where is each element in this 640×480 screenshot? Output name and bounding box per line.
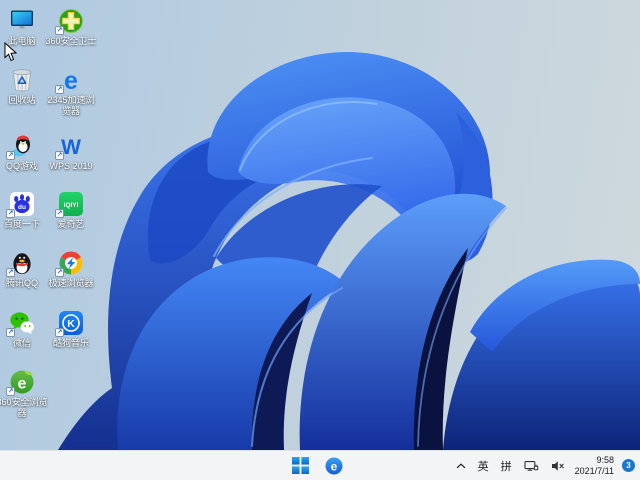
screen: 此电脑 ↗ 360安全卫士 回收站 e ↗ 2345加速浏览器 ↗ QQ游戏 W… xyxy=(0,0,640,480)
chevron-up-icon xyxy=(456,462,466,468)
clock-time: 9:58 xyxy=(596,455,614,465)
shortcut-arrow-icon: ↗ xyxy=(6,209,15,218)
qq-games-icon: ↗ xyxy=(6,133,35,160)
shortcut-arrow-icon: ↗ xyxy=(55,268,64,277)
wps-2019-icon: W ↗ xyxy=(55,133,84,160)
clock[interactable]: 9:58 2021/7/11 xyxy=(575,455,614,476)
desktop-icon-360-browser[interactable]: e ↗ 360安全浏览器 xyxy=(0,369,50,419)
shortcut-arrow-icon: ↗ xyxy=(6,268,15,277)
desktop-icon-label: 360安全卫士 xyxy=(45,36,97,46)
wechat-icon: ↗ xyxy=(6,310,35,337)
desktop-icon-label: 回收站 xyxy=(8,95,36,105)
shortcut-arrow-icon: ↗ xyxy=(55,151,64,160)
speaker-muted-icon xyxy=(551,460,564,471)
desktop-icon-label: QQ游戏 xyxy=(5,161,38,171)
system-tray: 英 拼 9:58 2021/7/11 3 xyxy=(454,451,635,480)
notification-badge[interactable]: 3 xyxy=(622,459,635,472)
desktop-icon-iqiyi[interactable]: iQIYI ↗ 爱奇艺 xyxy=(43,191,99,230)
desktop-icon-label: 2345加速浏览器 xyxy=(47,95,95,116)
desktop-icon-label: 极速浏览器 xyxy=(48,278,94,288)
desktop-icon-speed-browser[interactable]: ↗ 极速浏览器 xyxy=(43,250,99,289)
desktop-icon-label: 酷狗音乐 xyxy=(52,338,89,348)
recycle-bin-icon xyxy=(9,67,35,93)
svg-text:iQIYI: iQIYI xyxy=(64,202,79,209)
desktop-icon-wps-2019[interactable]: W ↗ WPS 2019 xyxy=(43,133,99,172)
ime-pinyin-indicator[interactable]: 拼 xyxy=(499,457,514,475)
desktop-icon-2345-explorer[interactable]: e ↗ 2345加速浏览器 xyxy=(43,67,99,117)
2345-explorer-icon: e ↗ xyxy=(55,67,84,94)
browser-e-taskbar-button[interactable]: e xyxy=(323,455,345,477)
shortcut-arrow-icon: ↗ xyxy=(55,209,64,218)
desktop-icon-label: 360安全浏览器 xyxy=(0,397,48,418)
desktop-icon-label: WPS 2019 xyxy=(49,161,93,171)
desktop-icon-label: 腾讯QQ xyxy=(5,278,38,288)
baidu-icon: du ↗ xyxy=(6,191,35,218)
hidden-icons-chevron[interactable] xyxy=(454,462,468,470)
ime-english-indicator[interactable]: 英 xyxy=(476,457,491,475)
desktop-icon-label: 百度一下 xyxy=(3,219,40,229)
360-browser-icon: e ↗ xyxy=(6,369,35,396)
svg-text:K: K xyxy=(67,318,75,330)
svg-text:e: e xyxy=(18,376,27,393)
desktop-icon-label: 爱奇艺 xyxy=(57,219,85,229)
windows-logo-icon xyxy=(292,457,309,474)
browser-e-icon: e xyxy=(325,457,343,474)
desktop-icon-label: 微信 xyxy=(12,338,31,348)
desktop[interactable]: 此电脑 ↗ 360安全卫士 回收站 e ↗ 2345加速浏览器 ↗ QQ游戏 W… xyxy=(0,0,640,450)
tencent-qq-icon: ↗ xyxy=(6,250,35,277)
mouse-cursor-icon xyxy=(4,42,17,62)
desktop-icon-kugou-music[interactable]: K ↗ 酷狗音乐 xyxy=(43,310,99,349)
svg-text:du: du xyxy=(18,204,26,211)
volume-muted-button[interactable] xyxy=(549,458,567,474)
shortcut-arrow-icon: ↗ xyxy=(6,387,15,396)
shortcut-arrow-icon: ↗ xyxy=(55,328,64,337)
360-safety-icon: ↗ xyxy=(55,8,84,35)
shortcut-arrow-icon: ↗ xyxy=(6,328,15,337)
start-button[interactable] xyxy=(290,455,311,476)
network-ethernet-icon xyxy=(524,460,538,471)
iqiyi-icon: iQIYI ↗ xyxy=(55,191,84,218)
clock-date: 2021/7/11 xyxy=(574,465,614,476)
network-status-button[interactable] xyxy=(522,458,541,474)
kugou-music-icon: K ↗ xyxy=(55,310,84,337)
svg-text:e: e xyxy=(331,459,338,473)
svg-text:W: W xyxy=(61,136,81,159)
shortcut-arrow-icon: ↗ xyxy=(55,85,64,94)
taskbar-center: e xyxy=(290,451,345,480)
this-pc-icon xyxy=(9,8,35,34)
speed-browser-icon: ↗ xyxy=(55,250,84,277)
svg-text:e: e xyxy=(64,67,78,93)
shortcut-arrow-icon: ↗ xyxy=(55,26,64,35)
desktop-icon-360-safety[interactable]: ↗ 360安全卫士 xyxy=(43,8,99,47)
taskbar: e 英 拼 9:58 2021/7/11 3 xyxy=(0,450,640,480)
shortcut-arrow-icon: ↗ xyxy=(6,151,15,160)
